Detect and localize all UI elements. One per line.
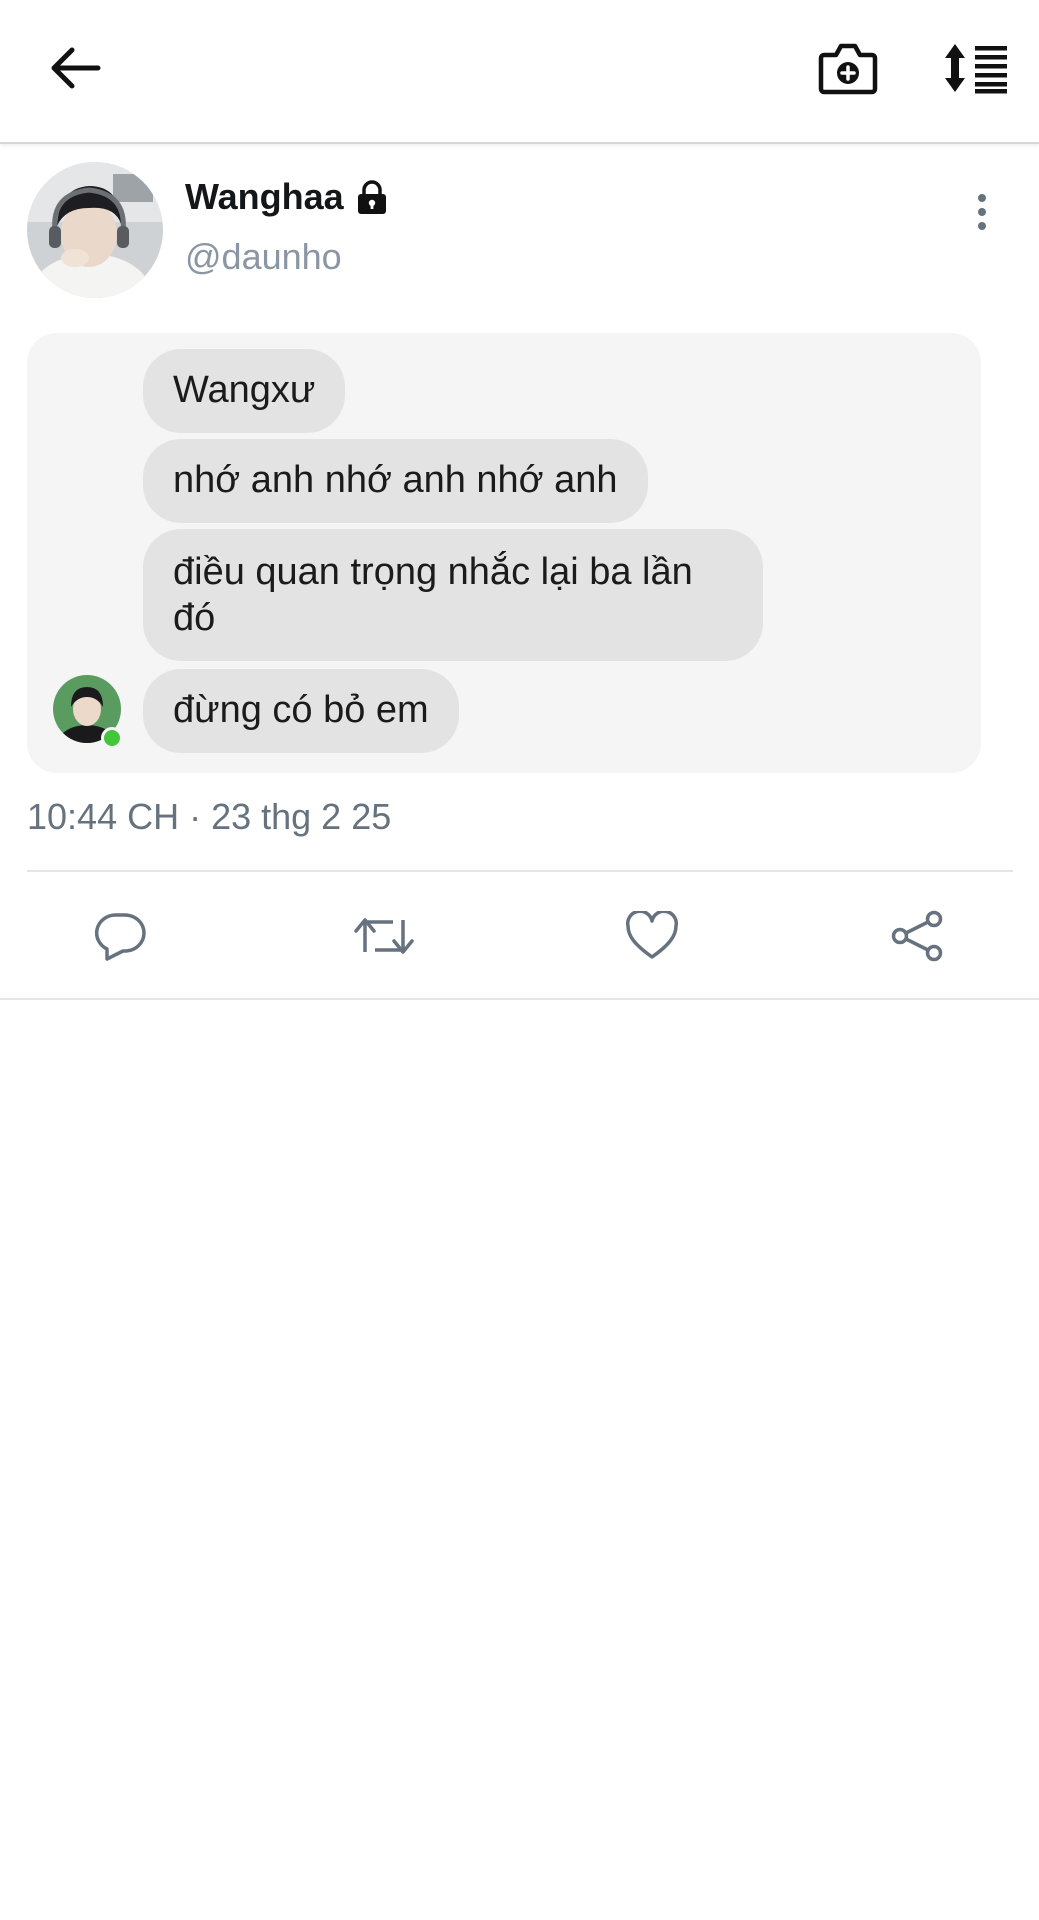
back-button[interactable] — [40, 38, 112, 98]
post-timestamp[interactable]: 10:44 CH · 23 thg 2 25 — [27, 796, 391, 838]
attached-image[interactable]: Wangxư nhớ anh nhớ anh nhớ anh điều quan… — [27, 333, 981, 773]
top-app-bar — [0, 0, 1039, 144]
profile-avatar[interactable] — [27, 162, 163, 298]
sort-lines-icon — [945, 44, 1007, 94]
divider — [0, 998, 1039, 1000]
chat-bubble: nhớ anh nhớ anh nhớ anh — [143, 439, 648, 523]
retweet-icon — [354, 918, 414, 954]
arrow-left-icon — [51, 47, 101, 89]
more-options-button[interactable] — [960, 186, 1004, 238]
chat-bubble: điều quan trọng nhắc lại ba lần đó — [143, 529, 763, 661]
heart-icon — [626, 911, 678, 959]
reply-bubble-icon — [94, 913, 146, 961]
reply-button[interactable] — [88, 904, 152, 968]
more-vertical-icon — [978, 194, 986, 230]
display-name[interactable]: Wanghaa — [185, 176, 344, 218]
lock-icon — [354, 179, 390, 215]
sort-button[interactable] — [936, 36, 1016, 100]
action-bar — [0, 872, 1039, 998]
retweet-button[interactable] — [352, 904, 416, 968]
online-status-dot — [101, 727, 123, 749]
camera-add-icon — [818, 43, 878, 95]
camera-button[interactable] — [812, 36, 884, 100]
like-button[interactable] — [620, 904, 684, 968]
author-handle[interactable]: @daunho — [185, 236, 342, 278]
share-icon — [891, 910, 943, 962]
share-button[interactable] — [886, 904, 950, 968]
chat-bubble: đừng có bỏ em — [143, 669, 459, 753]
chat-bubble: Wangxư — [143, 349, 346, 433]
author-name-row: Wanghaa — [185, 176, 390, 218]
